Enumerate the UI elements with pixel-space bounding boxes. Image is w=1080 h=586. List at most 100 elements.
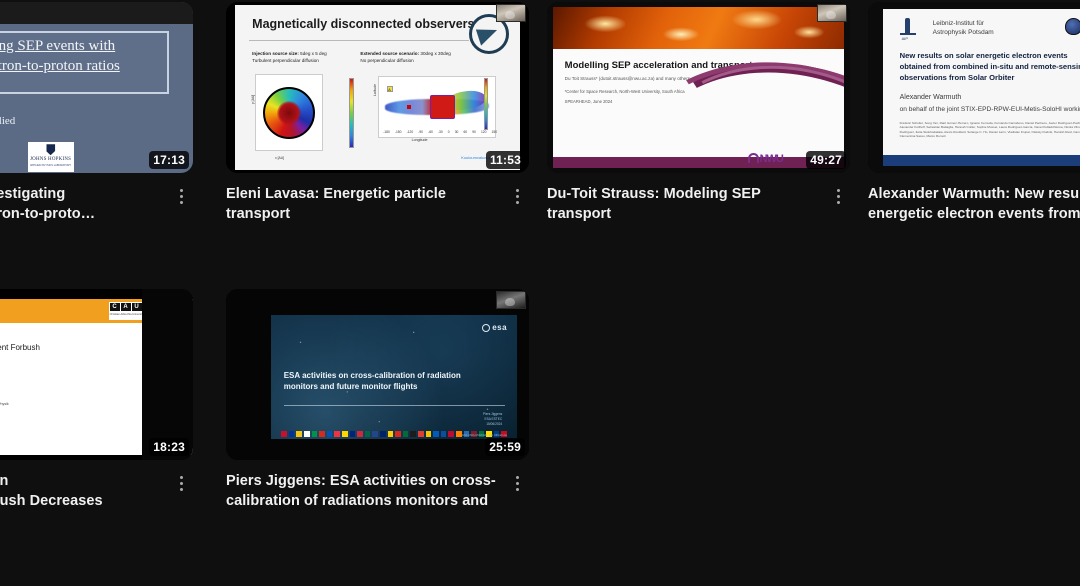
flag-swatch [311,431,318,437]
video-card[interactable]: CAU Christian-Albrechts-Universität zu K… [0,289,193,529]
flag-swatch [288,431,295,437]
caption-right: Extended source scenario: 30deg x 30deg … [360,50,450,64]
slide-graphic-magnetically-disconnected: Magnetically disconnected observers Inje… [226,2,529,173]
caption-right-bold: Extended source scenario: [360,50,420,56]
video-thumbnail[interactable]: Modelling SEP acceleration and transport… [547,2,850,173]
speaker-webcam-overlay [496,291,526,309]
more-options-icon[interactable] [169,184,193,208]
video-title[interactable]: Eleni Lavasa: Energetic particle transpo… [226,184,501,224]
video-thumbnail[interactable]: AIP Leibniz-Institut für Astrophysik Pot… [868,2,1080,173]
video-card[interactable]: tigating SEP events with e electron-to-p… [0,2,193,242]
institute-line2: Astrophysik Potsdam [932,29,994,37]
slide-graphic-aip-warmuth: AIP Leibniz-Institut für Astrophysik Pot… [868,2,1080,173]
flag-swatch [349,431,356,437]
institute-line1: Leibniz-Institut für [932,19,984,27]
flag-swatch [417,431,424,437]
flag-swatch [326,431,333,437]
video-duration-badge: 25:59 [485,438,525,456]
solar-image [553,7,844,49]
nwu-logo-icon: NWU [747,152,784,165]
more-options-icon[interactable] [169,471,193,495]
esa-logo-text: esa [492,323,508,333]
video-thumbnail[interactable]: tigating SEP events with e electron-to-p… [0,2,193,173]
flag-swatch [402,431,409,437]
video-title-line2: calibration of radiations monitors and f… [226,493,489,509]
video-meta: Eleni Lavasa: Energetic particle transpo… [226,184,529,224]
logo-text: JOHNS HOPKINS [30,157,72,163]
caption-right-line2: No perpendicular diffusion [360,57,414,63]
slide-heading: New results on solar energetic electron … [900,50,1080,83]
video-meta: Piers Jiggens: ESA activities on cross- … [226,471,529,511]
flag-swatch [425,431,432,437]
plot-ylabel: Latitude [373,83,378,96]
slide-heading: Magnetically disconnected observers [252,16,475,31]
video-duration-badge: 18:23 [149,438,189,456]
flag-swatch [455,431,462,437]
caption-right-rest: 30deg x 30deg [419,50,451,56]
signature-line2: ESA ESTEC [484,417,503,422]
video-thumbnail[interactable]: esa ESA activities on cross-calibration … [226,289,529,460]
video-card[interactable]: AIP Leibniz-Institut für Astrophysik Pot… [868,2,1080,242]
video-title-line2: f recurrent Forbush Decreases [0,493,103,509]
video-thumbnail[interactable]: CAU Christian-Albrechts-Universität zu K… [0,289,193,460]
video-card[interactable]: Magnetically disconnected observers Inje… [226,2,529,242]
slide-affiliation-line1: ohns Hopkins University Applied [0,114,16,127]
video-duration-badge: 17:13 [149,151,189,169]
slide-heading-line2: obtained from combined in-situ and remot… [899,61,1080,71]
spiral-plot [255,74,324,152]
flag-swatch [334,431,340,437]
video-title-line1: sen: Charge sign [0,473,9,489]
video-card[interactable]: Modelling SEP acceleration and transport… [547,2,850,242]
flag-swatch [433,431,439,437]
slide-heading-line1: ESA activities on cross-calibration of r… [283,370,461,380]
video-title-line2: energetic electron events from Sol [868,206,1080,222]
speaker-webcam-overlay [496,4,526,22]
flag-swatch [448,431,454,437]
video-meta: Alexander Warmuth: New results o energet… [868,184,1080,224]
slide-signature: Piers Jiggens ESA ESTEC 15/06/2024 [483,412,502,427]
video-title-line1: Alexander Warmuth: New results o [868,186,1080,202]
flag-swatch [342,431,348,437]
video-thumbnail[interactable]: Magnetically disconnected observers Inje… [226,2,529,173]
flag-swatch [372,431,378,437]
caption-left-bold: Injection source size: [252,50,299,56]
flag-swatch [319,431,325,437]
video-title-line2: h extreme electron-to-proto… [0,206,96,222]
flag-swatch [440,431,447,437]
video-title[interactable]: Du-Toit Strauss: Modeling SEP transport [547,184,822,224]
slide-heading: ESA activities on cross-calibration of r… [284,370,502,392]
video-duration-badge: 49:27 [806,151,846,169]
video-title-line1: Piers Jiggens: ESA activities on cross- [226,473,496,489]
video-grid: tigating SEP events with e electron-to-p… [0,0,1080,586]
video-title[interactable]: Alexander Warmuth: New results o energet… [868,184,1080,224]
aip-logo-icon: AIP [899,18,916,42]
video-title[interactable]: loumvakos: Investigating h extreme elect… [0,184,165,224]
panel-marker-label: A [386,86,393,92]
more-options-icon[interactable] [505,184,529,208]
signature-line3: 15/06/2024 [486,422,503,427]
flag-swatch [387,431,394,437]
signature-line1: Piers Jiggens [483,412,503,417]
flag-swatch [379,431,386,437]
video-title-line1: Du-Toit Strauss: Modeling SEP transport [547,186,761,222]
aip-logo-abbr: AIP [901,36,909,42]
slide-behalf: on behalf of the joint STIX-EPD-RPW-EUI-… [899,106,1080,114]
video-card[interactable]: esa ESA activities on cross-calibration … [226,289,529,529]
slide-footer: ESA UNCLASSIFIED - For Official Use [462,434,508,437]
more-options-icon[interactable] [505,471,529,495]
spiral-plot-xlabel: x [AU] [274,155,285,160]
plot-xticks: -180 -150 -120 -90 -60 -30 0 30 60 90 120 150 [383,130,498,135]
flag-swatch [296,431,303,437]
spiral-plot-ylabel: y [AU] [250,94,255,104]
plot-colorbar [484,77,489,130]
video-title[interactable]: Piers Jiggens: ESA activities on cross- … [226,471,501,511]
video-title[interactable]: sen: Charge sign f recurrent Forbush Dec… [0,471,165,511]
flag-swatch [410,431,416,437]
more-options-icon[interactable] [826,184,850,208]
video-title-line1: Eleni Lavasa: Energetic particle transpo… [226,186,446,222]
flag-swatch [364,431,371,437]
flag-swatch [357,431,363,437]
slide-graphic-jhu: tigating SEP events with e electron-to-p… [0,2,193,173]
slide-author: Alexander Warmuth [899,93,962,101]
video-meta: Du-Toit Strauss: Modeling SEP transport [547,184,850,224]
